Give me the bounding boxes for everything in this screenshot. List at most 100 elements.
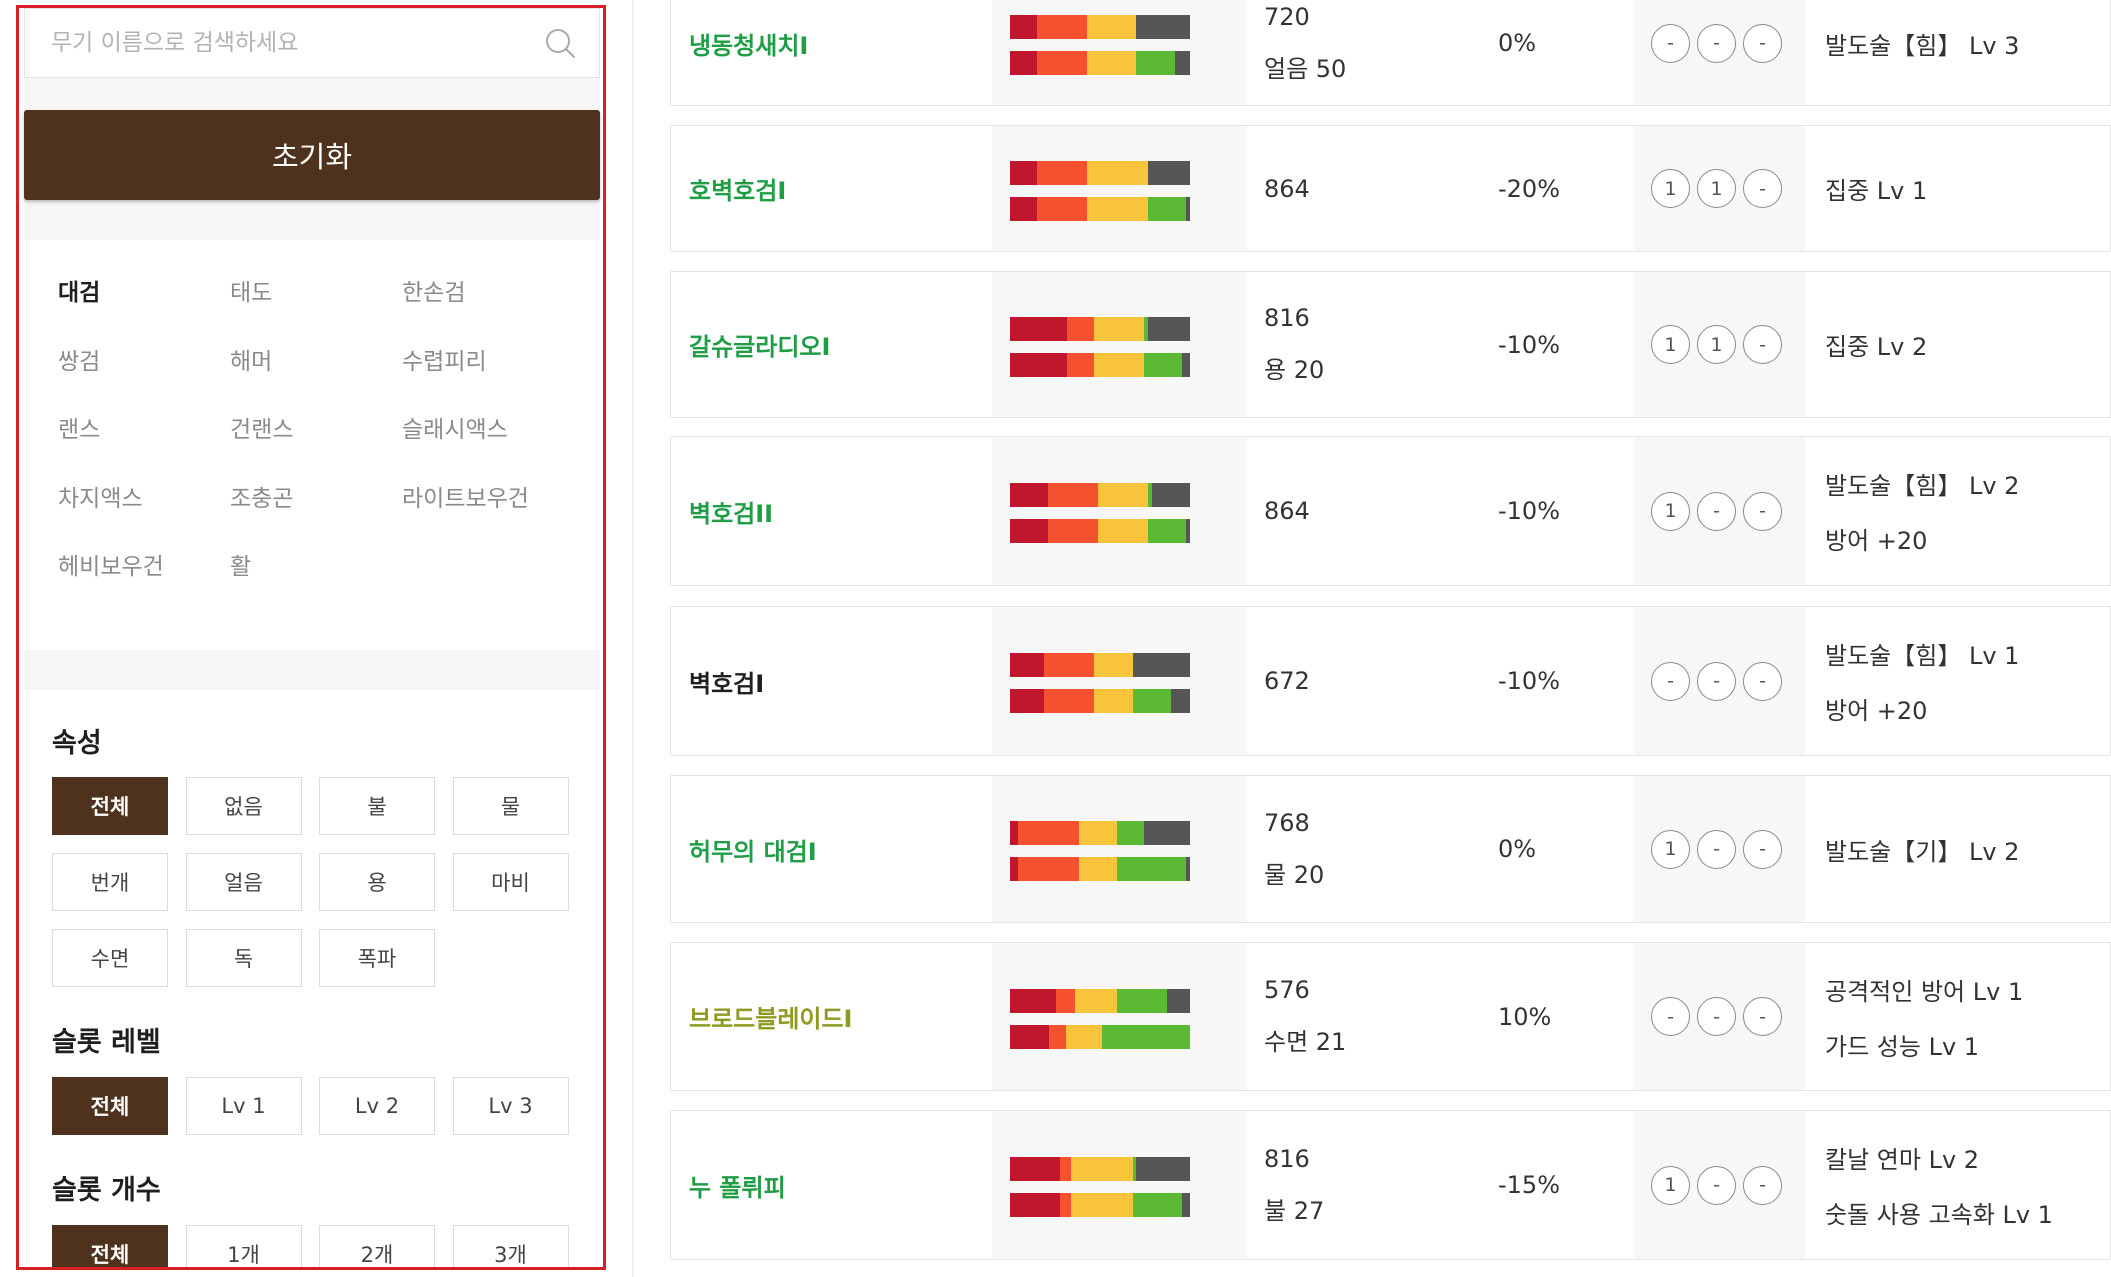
weapon-row[interactable]: 누 폴뤼피 816 불 27 -15% 1- - 칼날 연마 Lv 2 숫돌 사용 고속화 L… (670, 1110, 2111, 1260)
skill-text: 칼날 연마 Lv 2 (1825, 1146, 1980, 1174)
weapon-name-cell: 벽호검II (671, 437, 991, 585)
weapon-name[interactable]: 허무의 대검I (689, 832, 817, 867)
weapon-row[interactable]: 벽호검I 672 -10% - - - 발도술【힘】 Lv 1 방어 +20 (670, 606, 2111, 756)
sharpness-segment-orange (1036, 196, 1087, 221)
slots-cell: 1-- (1634, 1111, 1805, 1259)
reset-button[interactable]: 초기화 (24, 110, 600, 200)
sharpness-segment-red (1010, 988, 1056, 1013)
weapon-name[interactable]: 갈슈글라디오I (689, 327, 830, 362)
sharpness-cell (992, 272, 1247, 417)
search-icon[interactable] (543, 26, 577, 60)
filter-chip[interactable]: 폭파 (319, 929, 435, 987)
sharpness-segment-orange (1036, 15, 1087, 39)
filter-chip[interactable]: 독 (185, 929, 302, 987)
sharpness-segment-orange (1048, 483, 1099, 507)
search-box (24, 8, 600, 78)
filter-chip[interactable]: 전체 (52, 1225, 168, 1267)
filter-chip[interactable]: Lv 2 (319, 1077, 435, 1135)
sharpness-segment-orange (1048, 519, 1099, 543)
sharpness-segment-green (1136, 51, 1175, 75)
filter-chip[interactable]: 용 (319, 853, 435, 911)
filter-chip[interactable]: 2개 (319, 1225, 435, 1267)
weapon-type-item[interactable]: 헤비보우건 (58, 552, 230, 621)
sharpness-segment-green (1132, 1193, 1183, 1217)
filter-chip[interactable]: 마비 (452, 853, 569, 911)
weapon-name-cell: 갈슈글라디오I (671, 272, 991, 417)
weapon-type-item[interactable]: 대검 (58, 278, 230, 347)
filter-chip[interactable]: Lv 1 (185, 1077, 302, 1135)
weapon-name[interactable]: 누 폴뤼피 (689, 1168, 786, 1203)
weapon-type-item[interactable]: 한손검 (402, 278, 574, 347)
skills-cell: 발도술【힘】 Lv 2 방어 +20 (1805, 437, 2111, 585)
decoration-slot: - (1651, 23, 1690, 63)
filter-chip[interactable]: 물 (452, 777, 569, 835)
sharpness-segment-yellow (1071, 1157, 1133, 1181)
sharpness-segment-red (1010, 689, 1045, 713)
weapon-row[interactable]: 냉동청새치I 720 얼음 50 0% - - - 발도술【힘】 Lv 3 (670, 0, 2111, 106)
sharpness-cell (992, 943, 1247, 1090)
attack-cell: 864 (1248, 126, 1478, 251)
filter-chip[interactable]: 불 (319, 777, 435, 835)
filter-chip[interactable]: 수면 (52, 929, 168, 987)
weapon-row[interactable]: 벽호검II 864 -10% 1- - 발도술【힘】 Lv 2 방어 +20 (670, 436, 2111, 586)
sharpness-segment-yellow (1098, 519, 1148, 543)
filter-chip[interactable]: 없음 (185, 777, 302, 835)
weapon-type-item[interactable]: 수렵피리 (402, 347, 574, 416)
slots-cell: 1-- (1634, 776, 1805, 922)
weapon-name[interactable]: 벽호검II (689, 494, 773, 529)
filter-chip[interactable]: Lv 3 (452, 1077, 569, 1135)
affinity-cell: -10% (1478, 437, 1634, 585)
sharpness-bar-handicraft (1010, 1193, 1190, 1217)
decoration-slot: 1 (1697, 325, 1736, 364)
weapon-name[interactable]: 브로드블레이드I (689, 999, 853, 1034)
sharpness-bar (1010, 316, 1190, 341)
decoration-slot: - (1743, 661, 1782, 701)
sharpness-segment-red (1010, 160, 1037, 185)
weapon-row[interactable]: 브로드블레이드I 576 수면 21 10% - - - 공격적인 방어 Lv 1 가드 성능 … (670, 942, 2111, 1091)
sharpness-segment-yellow (1071, 1193, 1133, 1217)
skill-text: 발도술【힘】 Lv 1 (1825, 642, 2020, 670)
weapon-type-item[interactable]: 활 (230, 552, 402, 621)
attack-value: 720 (1264, 2, 1310, 31)
sharpness-bar-handicraft (1010, 51, 1190, 75)
slots-cell: --- (1634, 943, 1805, 1090)
sharpness-segment-red (1010, 857, 1018, 881)
sharpness-segment-green (1144, 316, 1148, 341)
weapon-row[interactable]: 허무의 대검I 768 물 20 0% 1- - 발도술【기】 Lv 2 (670, 775, 2111, 923)
weapon-row[interactable]: 갈슈글라디오I 816 용 20 -10% 1 1- 집중 Lv 2 (670, 271, 2111, 418)
filter-chip[interactable]: 번개 (52, 853, 168, 911)
weapon-type-item[interactable]: 조충곤 (230, 484, 402, 553)
filter-chip[interactable]: 전체 (52, 1077, 168, 1135)
weapon-type-item[interactable]: 라이트보우건 (402, 484, 574, 553)
sharpness-segment-green (1147, 196, 1187, 221)
affinity-value: -10% (1498, 330, 1561, 359)
weapon-name[interactable]: 냉동청새치I (689, 26, 808, 61)
weapon-type-item[interactable]: 해머 (230, 347, 402, 416)
weapon-type-item[interactable]: 슬래시액스 (402, 415, 574, 484)
sharpness-bar-handicraft (1010, 689, 1190, 713)
sharpness-segment-orange (1067, 316, 1095, 341)
weapon-row[interactable]: 호벽호검I 864 -20% 1 1- 집중 Lv 1 (670, 125, 2111, 252)
weapon-type-item[interactable]: 쌍검 (58, 347, 230, 416)
sharpness-segment-orange (1067, 352, 1095, 377)
weapon-name[interactable]: 호벽호검I (689, 171, 786, 206)
sharpness-cell (992, 126, 1247, 251)
sharpness-segment-red (1010, 1157, 1060, 1181)
skill-text: 방어 +20 (1825, 527, 1928, 555)
search-input[interactable] (25, 9, 543, 77)
weapon-type-item[interactable]: 건랜스 (230, 415, 402, 484)
attack-cell: 672 (1248, 607, 1478, 755)
weapon-name[interactable]: 벽호검I (689, 664, 764, 699)
filter-chip[interactable]: 1개 (185, 1225, 302, 1267)
weapon-type-item[interactable]: 태도 (230, 278, 402, 347)
weapon-type-item[interactable]: 랜스 (58, 415, 230, 484)
decoration-slot: - (1743, 829, 1782, 869)
filter-chip[interactable]: 3개 (452, 1225, 569, 1267)
affinity-value: -10% (1498, 667, 1561, 695)
weapon-type-item[interactable]: 차지액스 (58, 484, 230, 553)
sharpness-segment-orange (1036, 51, 1087, 75)
filter-chip[interactable]: 전체 (52, 777, 168, 835)
filter-chip[interactable]: 얼음 (185, 853, 302, 911)
decoration-slot: - (1651, 661, 1690, 701)
sharpness-segment-green (1147, 519, 1187, 543)
